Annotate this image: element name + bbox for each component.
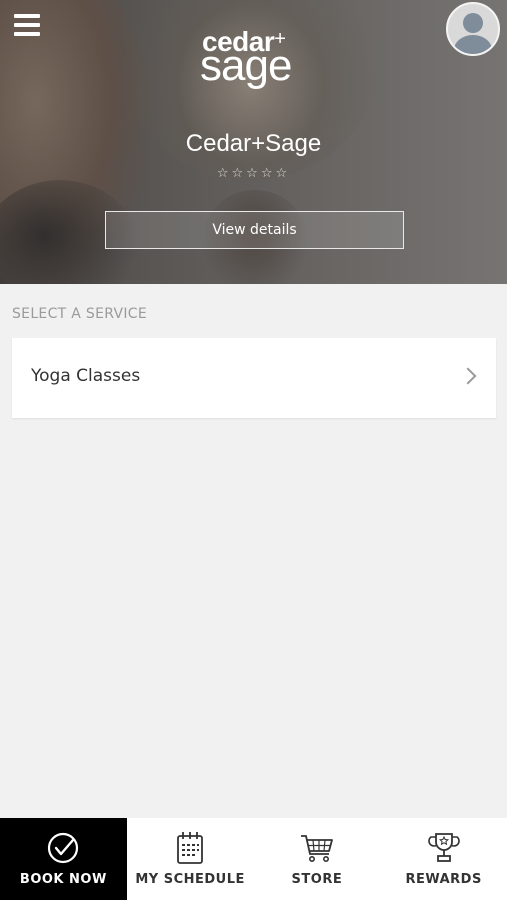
service-label: Yoga Classes: [31, 366, 141, 386]
shopping-cart-icon: [300, 835, 333, 862]
user-avatar-icon[interactable]: [446, 2, 500, 56]
tab-my-schedule[interactable]: MY SCHEDULE: [127, 818, 254, 900]
tab-book-now[interactable]: BOOK NOW: [0, 818, 127, 900]
service-item-yoga-classes[interactable]: Yoga Classes: [12, 338, 496, 418]
tab-label: STORE: [291, 872, 343, 887]
tab-label: BOOK NOW: [19, 872, 107, 887]
chevron-right-icon: [459, 367, 477, 385]
trophy-icon: [427, 833, 460, 862]
tab-label: REWARDS: [405, 872, 482, 887]
logo-line-2: sage: [200, 41, 292, 90]
calendar-icon: [177, 832, 204, 864]
tab-label: MY SCHEDULE: [135, 872, 245, 887]
brand-logo: cedar+ sage: [190, 24, 320, 94]
hamburger-menu-icon[interactable]: [14, 14, 40, 38]
bottom-nav: BOOK NOW MY SCHEDULE STORE REWARDS: [0, 818, 507, 900]
view-details-button[interactable]: View details: [105, 211, 404, 249]
check-circle-icon: [48, 832, 79, 864]
select-service-heading: SELECT A SERVICE: [12, 306, 148, 322]
tab-store[interactable]: STORE: [254, 818, 381, 900]
studio-name: Cedar+Sage: [185, 130, 322, 157]
studio-hero: cedar+ sage Cedar+Sage ☆☆☆☆☆ View detail…: [0, 0, 507, 284]
tab-rewards[interactable]: REWARDS: [380, 818, 507, 900]
star-rating: ☆☆☆☆☆: [216, 166, 291, 181]
